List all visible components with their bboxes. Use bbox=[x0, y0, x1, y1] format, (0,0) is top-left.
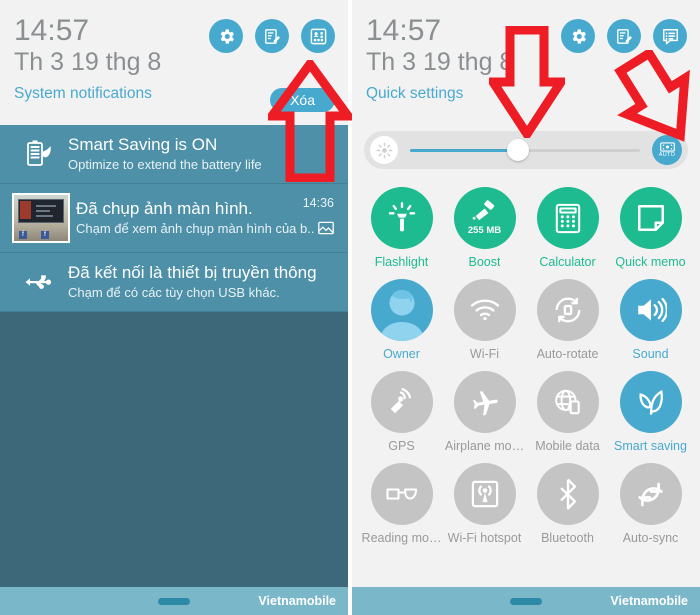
notification-list: Smart Saving is ON Optimize to extend th… bbox=[0, 125, 348, 615]
settings-gear-icon[interactable] bbox=[561, 19, 595, 53]
tile-flashlight[interactable]: Flashlight bbox=[360, 187, 443, 269]
tile-wifi-hotspot[interactable]: Wi-Fi hotspot bbox=[443, 463, 526, 545]
drag-handle[interactable] bbox=[158, 597, 190, 605]
brightness-sun-icon[interactable] bbox=[370, 136, 398, 164]
sound-speaker-icon[interactable] bbox=[619, 279, 682, 341]
notification-text: Chạm để xem ảnh chụp màn hình của b.. bbox=[76, 221, 315, 236]
quick-settings-row: Reading mo… Wi-Fi hotspot Bluetooth Auto… bbox=[360, 463, 692, 545]
tile-reading-mode[interactable]: Reading mo… bbox=[360, 463, 443, 545]
quick-settings-row: GPS Airplane mo… Mobile data Smart savin… bbox=[360, 371, 692, 453]
quick-settings-grid: Flashlight 255 MB Boost Calculator Quick… bbox=[352, 177, 700, 561]
quick-settings-row: Flashlight 255 MB Boost Calculator Quick… bbox=[360, 187, 692, 269]
notification-body: Đã kết nối là thiết bị truyền thông Chạm… bbox=[68, 262, 334, 302]
tile-label: Auto-sync bbox=[622, 531, 679, 545]
drag-handle[interactable] bbox=[510, 597, 542, 605]
tile-gps[interactable]: GPS bbox=[360, 371, 443, 453]
notifications-list-icon[interactable] bbox=[653, 19, 687, 53]
tile-label: Airplane mo… bbox=[444, 439, 525, 453]
tile-label: Boost bbox=[468, 255, 501, 269]
tile-label: Bluetooth bbox=[541, 531, 594, 545]
hotspot-icon[interactable] bbox=[453, 463, 516, 525]
tile-calculator[interactable]: Calculator bbox=[526, 187, 609, 269]
tile-airplane-mode[interactable]: Airplane mo… bbox=[443, 371, 526, 453]
tile-smart-saving[interactable]: Smart saving bbox=[609, 371, 692, 453]
tile-auto-rotate[interactable]: Auto-rotate bbox=[526, 279, 609, 361]
tile-label: Quick memo bbox=[615, 255, 686, 269]
airplane-icon[interactable] bbox=[453, 371, 516, 433]
tile-label: Wi-Fi bbox=[469, 347, 500, 361]
shade-bottom-fill bbox=[0, 577, 348, 587]
battery-leaf-icon bbox=[10, 138, 68, 170]
brightness-track-fill bbox=[410, 148, 522, 152]
screenshot-stage: 14:57 Th 3 19 thg 8 System notifications… bbox=[0, 0, 700, 615]
tile-label: Wi-Fi hotspot bbox=[447, 531, 522, 545]
shade-footer-left[interactable]: Vietnamobile bbox=[0, 587, 348, 615]
user-avatar-icon[interactable] bbox=[370, 279, 433, 341]
tile-auto-sync[interactable]: Auto-sync bbox=[609, 463, 692, 545]
screenshot-thumbnail[interactable]: ff bbox=[12, 193, 70, 243]
notification-text: Chạm để có các tùy chọn USB khác. bbox=[68, 285, 280, 300]
calculator-icon[interactable] bbox=[536, 187, 599, 249]
mobile-data-icon[interactable] bbox=[536, 371, 599, 433]
tile-sound[interactable]: Sound bbox=[609, 279, 692, 361]
apps-grid-icon[interactable] bbox=[301, 19, 335, 53]
tile-owner[interactable]: Owner bbox=[360, 279, 443, 361]
quick-memo-icon[interactable] bbox=[619, 187, 682, 249]
bluetooth-icon[interactable] bbox=[536, 463, 599, 525]
settings-gear-icon[interactable] bbox=[209, 19, 243, 53]
shade-footer-right[interactable]: Vietnamobile bbox=[352, 587, 700, 615]
header-icon-row-left bbox=[209, 19, 335, 53]
reading-glasses-icon[interactable] bbox=[370, 463, 433, 525]
notification-timestamp: 14:36 bbox=[302, 196, 334, 210]
leaf-icon[interactable] bbox=[619, 371, 682, 433]
carrier-label: Vietnamobile bbox=[610, 594, 688, 608]
auto-rotate-icon[interactable] bbox=[536, 279, 599, 341]
gps-icon[interactable] bbox=[370, 371, 433, 433]
tile-boost[interactable]: 255 MB Boost bbox=[443, 187, 526, 269]
flashlight-icon[interactable] bbox=[370, 187, 433, 249]
auto-brightness-label: AUTO bbox=[658, 152, 676, 158]
tile-label: Flashlight bbox=[374, 255, 429, 269]
boost-broom-icon[interactable]: 255 MB bbox=[453, 187, 516, 249]
tile-wifi[interactable]: Wi-Fi bbox=[443, 279, 526, 361]
notification-title: Đã kết nối là thiết bị truyền thông bbox=[68, 263, 317, 282]
arrow-down-auto-brightness bbox=[607, 50, 700, 146]
header-icon-row-right bbox=[561, 19, 687, 53]
notification-row-usb[interactable]: Đã kết nối là thiết bị truyền thông Chạm… bbox=[0, 253, 348, 312]
tile-quick-memo[interactable]: Quick memo bbox=[609, 187, 692, 269]
tile-label: Sound bbox=[632, 347, 669, 361]
edit-quick-settings-icon[interactable] bbox=[607, 19, 641, 53]
auto-sync-icon[interactable] bbox=[619, 463, 682, 525]
tile-bluetooth[interactable]: Bluetooth bbox=[526, 463, 609, 545]
notification-row-screenshot[interactable]: ff Đã chụp ảnh màn hình. Chạm để xem ảnh… bbox=[0, 184, 348, 253]
notification-title: Đã chụp ảnh màn hình. bbox=[76, 199, 253, 218]
arrow-down-brightness-slider bbox=[489, 26, 565, 138]
tile-label: Reading mo… bbox=[361, 531, 442, 545]
tile-label: Auto-rotate bbox=[536, 347, 599, 361]
arrow-up-apps-grid-icon bbox=[268, 60, 352, 182]
quick-settings-row: Owner Wi-Fi Auto-rotate Sound bbox=[360, 279, 692, 361]
carrier-label: Vietnamobile bbox=[258, 594, 336, 608]
edit-quick-settings-icon[interactable] bbox=[255, 19, 289, 53]
tile-label: Mobile data bbox=[535, 439, 600, 453]
tile-mobile-data[interactable]: Mobile data bbox=[526, 371, 609, 453]
wifi-icon[interactable] bbox=[453, 279, 516, 341]
tile-label: Smart saving bbox=[614, 439, 687, 453]
notification-body: Đã chụp ảnh màn hình. Chạm để xem ảnh ch… bbox=[76, 198, 334, 238]
tile-label: Calculator bbox=[539, 255, 596, 269]
boost-memory-value: 255 MB bbox=[467, 225, 502, 236]
tile-label: Owner bbox=[383, 347, 420, 361]
usb-icon bbox=[10, 270, 68, 294]
image-icon bbox=[318, 221, 334, 240]
brightness-knob[interactable] bbox=[506, 139, 529, 161]
tile-label: GPS bbox=[388, 439, 415, 453]
